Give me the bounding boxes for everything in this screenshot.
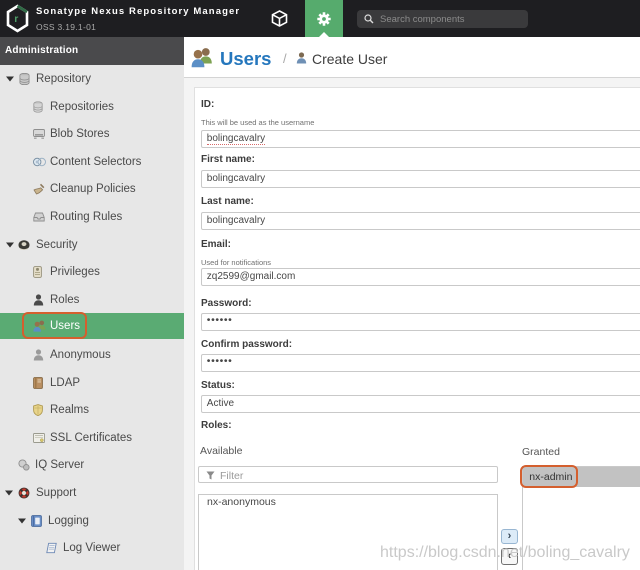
svg-text:r: r	[14, 13, 18, 25]
